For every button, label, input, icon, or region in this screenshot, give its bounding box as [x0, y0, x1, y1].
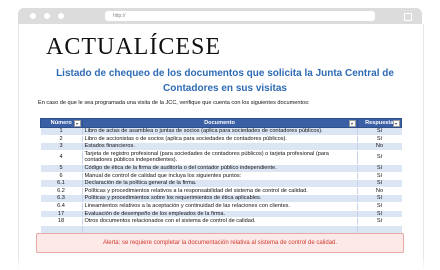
table-row: 5 Código de ética de la firma de auditorí…: [40, 164, 402, 173]
row-response[interactable]: Sí: [356, 179, 402, 188]
row-number: 1: [40, 127, 82, 136]
table-row: 1 Libro de actas de asamblea o juntas de …: [40, 127, 402, 136]
row-document: Libro de actas de asamblea o juntas de s…: [81, 127, 357, 136]
row-response[interactable]: No: [356, 187, 402, 196]
alert-banner: Alerta: se requiere completar la documen…: [36, 233, 404, 253]
column-header-document[interactable]: Documento: [81, 118, 358, 128]
row-document: Manual de control de calidad que incluya…: [81, 172, 357, 181]
address-bar-text: http://: [113, 13, 126, 19]
row-number: 6.3: [40, 194, 82, 203]
table-row: 3 Estados financieros. No: [40, 142, 402, 151]
window-close-icon[interactable]: [30, 13, 36, 19]
row-document: Políticas y procedimientos relativos a l…: [81, 187, 357, 196]
browser-menu-icon[interactable]: [404, 12, 412, 21]
table-row: 18 Otros documentos relacionados con el s…: [40, 217, 402, 226]
filter-dropdown-icon[interactable]: [73, 120, 81, 127]
row-response[interactable]: Sí: [356, 217, 402, 226]
row-document: Código de ética de la firma de auditoría…: [81, 164, 357, 173]
intro-text: En caso de que le sea programada una vis…: [38, 100, 310, 106]
row-document: Declaración de la política general de la…: [81, 179, 357, 188]
bottom-fade: [0, 256, 440, 270]
checklist-table: Número Documento Respuesta 1 Libro de act…: [40, 118, 402, 236]
row-number: 6.4: [40, 202, 82, 211]
row-response[interactable]: Sí: [356, 202, 402, 211]
row-number: 2: [40, 135, 82, 144]
row-document: Lineamientos relativos a la aceptación y…: [81, 202, 357, 211]
row-response[interactable]: Sí: [356, 150, 402, 165]
row-response[interactable]: No: [356, 142, 402, 151]
row-document: Otros documentos relacionados con el sis…: [81, 217, 357, 226]
browser-window: http:// ACTUALÍCESE Listado de chequeo d…: [0, 0, 440, 270]
row-document: Políticas y procedimientos sobre los req…: [81, 194, 357, 203]
row-number: 17: [40, 210, 82, 219]
row-response[interactable]: Sí: [356, 164, 402, 173]
row-response[interactable]: Sí: [356, 210, 402, 219]
table-row: 6.3 Políticas y procedimientos sobre los …: [40, 194, 402, 203]
address-bar[interactable]: http://: [105, 11, 375, 21]
row-number: 4: [40, 150, 82, 165]
page-title: Listado de chequeo de los documentos que…: [56, 68, 394, 94]
browser-toolbar: http://: [18, 8, 422, 24]
table-header-row: Número Documento Respuesta: [40, 118, 402, 128]
row-document: Evaluación de desempeño de los empleados…: [81, 210, 357, 219]
table-row: 6 Manual de control de calidad que incluy…: [40, 172, 402, 181]
row-response[interactable]: Sí: [356, 127, 402, 136]
table-row: 4 Tarjeta de registro profesional (para s…: [40, 150, 402, 165]
table-row: 6.1 Declaración de la política general de…: [40, 179, 402, 188]
table-row: 6.2 Políticas y procedimientos relativos …: [40, 187, 402, 196]
row-response[interactable]: Sí: [356, 194, 402, 203]
row-response[interactable]: Sí: [356, 135, 402, 144]
column-header-number[interactable]: Número: [40, 118, 83, 128]
brand-logo: ACTUALÍCESE: [46, 34, 221, 60]
row-number: 5: [40, 164, 82, 173]
row-number: 18: [40, 217, 82, 226]
table-row: 6.4 Lineamientos relativos a la aceptació…: [40, 202, 402, 211]
row-document: Tarjeta de registro profesional (para so…: [81, 150, 357, 165]
filter-dropdown-icon[interactable]: [348, 120, 356, 127]
table-row: 2 Libro de accionistas o de socios (aplic…: [40, 135, 402, 144]
table-row: 17 Evaluación de desempeño de los emplead…: [40, 210, 402, 219]
window-minimize-icon[interactable]: [44, 13, 50, 19]
column-header-response[interactable]: Respuesta: [356, 118, 402, 128]
window-maximize-icon[interactable]: [58, 13, 64, 19]
row-number: 6.1: [40, 179, 82, 188]
row-number: 6.2: [40, 187, 82, 196]
row-document: Estados financieros.: [81, 142, 357, 151]
row-number: 6: [40, 172, 82, 181]
filter-dropdown-icon[interactable]: [393, 120, 400, 127]
row-response[interactable]: Sí: [356, 172, 402, 181]
row-document: Libro de accionistas o de socios (aplica…: [81, 135, 357, 144]
row-number: 3: [40, 142, 82, 151]
